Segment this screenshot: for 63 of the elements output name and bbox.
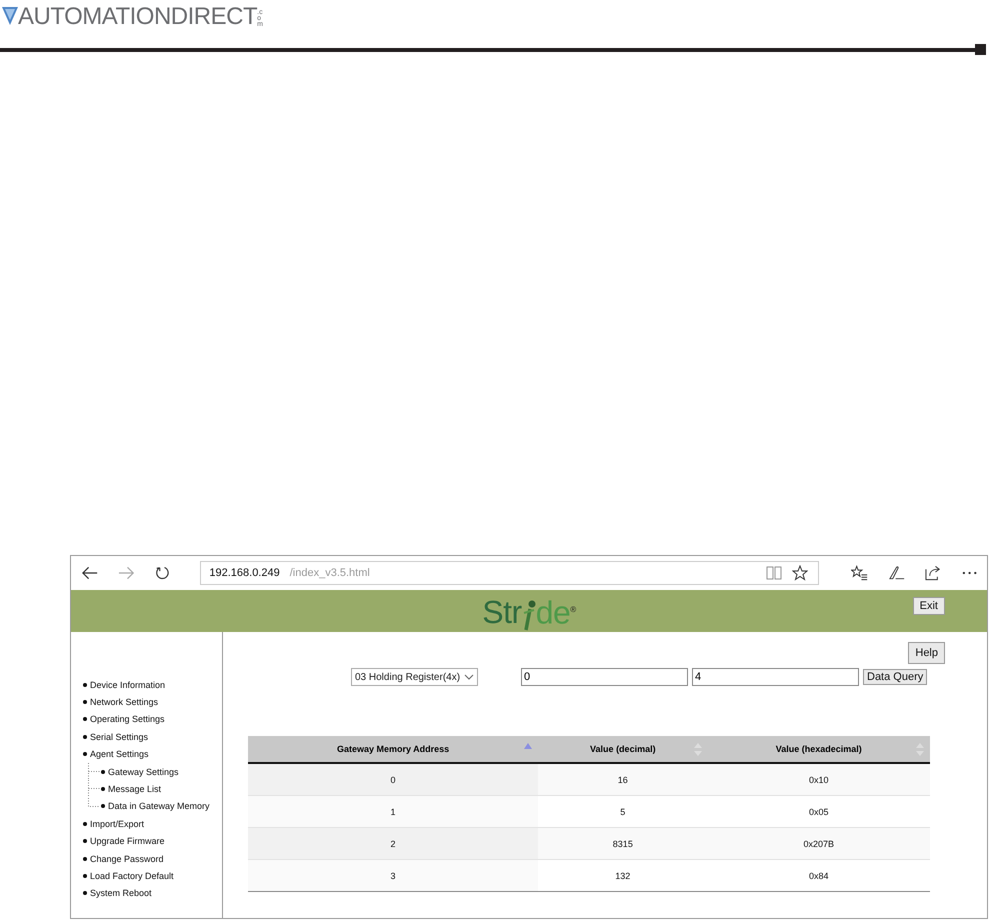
sidebar-item[interactable]: Gateway Settings bbox=[108, 766, 179, 777]
table-cell: 0x84 bbox=[708, 860, 930, 892]
table-cell: 3 bbox=[248, 860, 538, 892]
table-cell: 0x207B bbox=[708, 828, 930, 860]
more-icon[interactable] bbox=[962, 571, 978, 575]
column-header[interactable]: Value (decimal) bbox=[538, 736, 708, 763]
table-cell: 8315 bbox=[538, 828, 708, 860]
bullet-icon bbox=[83, 822, 87, 826]
sidebar-item[interactable]: Agent Settings bbox=[90, 749, 149, 760]
exit-button[interactable]: Exit bbox=[912, 597, 945, 615]
tree-line-icon bbox=[88, 762, 100, 780]
logo-text: de$^{®}$ bbox=[536, 593, 576, 632]
table-cell: 1 bbox=[248, 796, 538, 828]
share-icon[interactable] bbox=[924, 565, 942, 581]
table-cell: 132 bbox=[538, 860, 708, 892]
sidebar-item[interactable]: Serial Settings bbox=[90, 732, 148, 742]
address-bar[interactable]: 192.168.0.249 /index_v3.5.html bbox=[200, 561, 819, 585]
table-cell: 0 bbox=[248, 763, 538, 796]
star-icon[interactable] bbox=[792, 565, 808, 581]
sidebar-item[interactable]: Data in Gateway Memory bbox=[108, 801, 210, 812]
bullet-icon bbox=[83, 734, 87, 739]
sidebar-item[interactable]: System Reboot bbox=[90, 888, 152, 898]
sidebar-item[interactable]: Upgrade Firmware bbox=[90, 836, 165, 846]
sidebar-item[interactable]: Operating Settings bbox=[90, 714, 165, 724]
refresh-icon[interactable] bbox=[155, 565, 170, 581]
bullet-icon bbox=[83, 700, 87, 704]
sidebar-item[interactable]: Import/Export bbox=[90, 818, 144, 829]
back-icon[interactable] bbox=[81, 566, 98, 580]
bullet-icon bbox=[83, 682, 87, 687]
data-query-button[interactable]: Data Query bbox=[863, 669, 928, 685]
register-dropdown[interactable]: 03 Holding Register(4x) bbox=[351, 668, 478, 686]
bullet-icon bbox=[83, 856, 87, 861]
table-cell: 2 bbox=[248, 828, 538, 860]
count-field[interactable]: 4 bbox=[692, 668, 859, 686]
bullet-icon bbox=[83, 839, 87, 844]
bullet-icon bbox=[101, 804, 105, 808]
table-cell: 16 bbox=[538, 763, 708, 796]
sidebar-item[interactable]: Change Password bbox=[90, 854, 164, 864]
brand-name: AUTOMATIONDIRECT bbox=[18, 4, 258, 30]
logo-text: Str bbox=[482, 593, 522, 632]
column-header[interactable]: Value (hexadecimal) bbox=[708, 736, 930, 763]
table-cell: 0x05 bbox=[708, 796, 930, 828]
start-address-field[interactable]: 0 bbox=[521, 668, 688, 686]
bullet-icon bbox=[101, 787, 105, 792]
table-cell: 0x10 bbox=[708, 763, 930, 796]
table-cell: 5 bbox=[538, 796, 708, 828]
bullet-icon bbox=[83, 717, 87, 722]
column-header[interactable]: Gateway Memory Address bbox=[248, 736, 538, 763]
caret-icon bbox=[464, 674, 474, 680]
bullet-icon bbox=[101, 770, 105, 774]
favorites-list-icon[interactable] bbox=[850, 565, 868, 581]
bullet-icon bbox=[83, 874, 87, 878]
bullet-icon bbox=[83, 752, 87, 756]
logo-icon bbox=[2, 7, 18, 25]
sidebar-item[interactable]: Device Information bbox=[90, 680, 166, 690]
sidebar-item[interactable]: Message List bbox=[108, 784, 162, 794]
sidebar-item[interactable]: Load Factory Default bbox=[90, 870, 174, 881]
figure-icon bbox=[522, 599, 536, 632]
book-icon[interactable] bbox=[766, 566, 782, 580]
bullet-icon bbox=[83, 891, 87, 896]
sidebar-item[interactable]: Network Settings bbox=[90, 697, 158, 708]
help-button[interactable]: Help bbox=[908, 642, 945, 664]
pen-icon[interactable] bbox=[888, 565, 905, 581]
